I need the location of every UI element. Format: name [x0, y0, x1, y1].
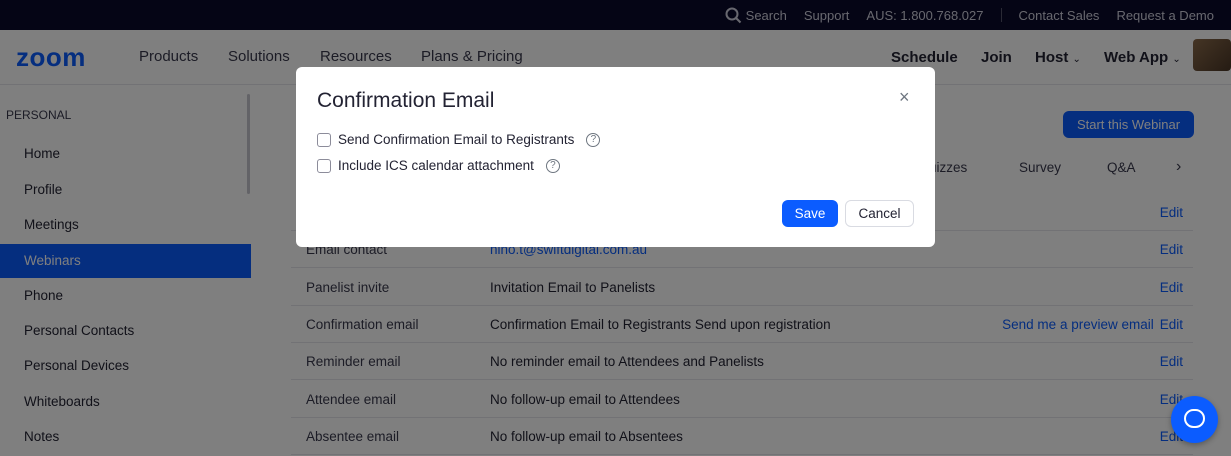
- close-icon[interactable]: ×: [899, 87, 910, 108]
- send-confirmation-checkbox[interactable]: [317, 132, 331, 147]
- cancel-button[interactable]: Cancel: [845, 200, 914, 227]
- dialog-title: Confirmation Email: [317, 89, 495, 112]
- ics-attachment-option: Include ICS calendar attachment ?: [317, 158, 560, 173]
- chat-bubble-icon: [1184, 409, 1205, 428]
- help-icon[interactable]: ?: [545, 158, 560, 173]
- ics-attachment-checkbox[interactable]: [317, 158, 331, 173]
- chat-button[interactable]: [1171, 396, 1218, 443]
- send-confirmation-option: Send Confirmation Email to Registrants ?: [317, 132, 601, 147]
- help-icon[interactable]: ?: [586, 132, 601, 147]
- send-confirmation-label[interactable]: Send Confirmation Email to Registrants: [338, 132, 574, 147]
- confirmation-email-dialog: Confirmation Email × Send Confirmation E…: [296, 67, 935, 247]
- save-button[interactable]: Save: [782, 200, 838, 227]
- ics-attachment-label[interactable]: Include ICS calendar attachment: [338, 158, 534, 173]
